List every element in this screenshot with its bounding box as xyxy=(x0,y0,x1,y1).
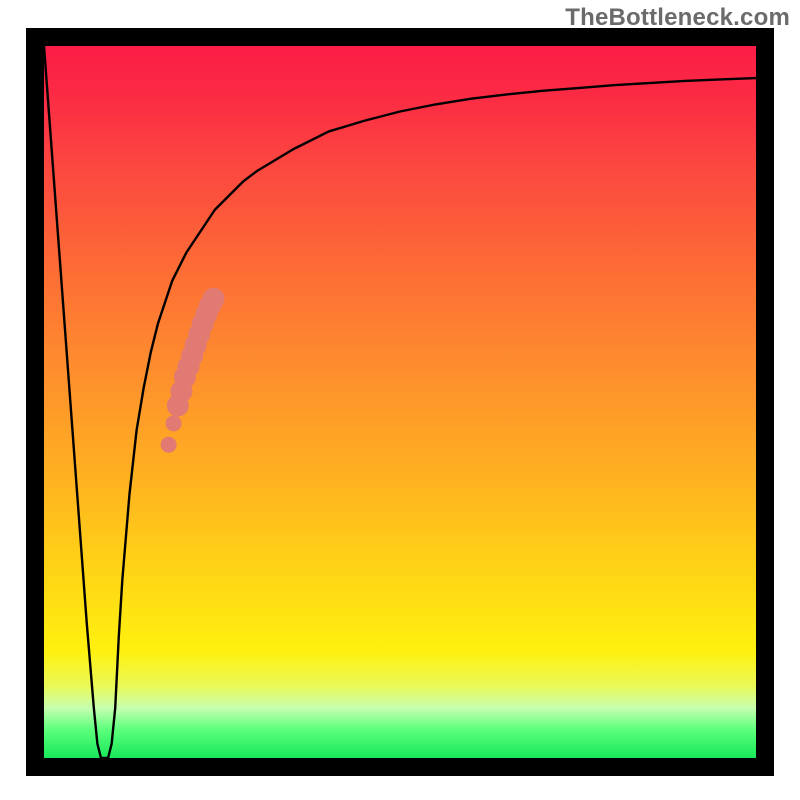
watermark-text: TheBottleneck.com xyxy=(565,4,790,32)
scatter-points xyxy=(161,288,225,453)
scatter-point xyxy=(202,288,224,310)
plot-gradient-area xyxy=(44,46,756,758)
scatter-point xyxy=(166,415,182,431)
chart-container: TheBottleneck.com xyxy=(0,0,800,800)
bottleneck-curve xyxy=(44,46,756,758)
scatter-point xyxy=(161,437,177,453)
plot-outer-frame xyxy=(26,28,774,776)
plot-svg xyxy=(44,46,756,758)
